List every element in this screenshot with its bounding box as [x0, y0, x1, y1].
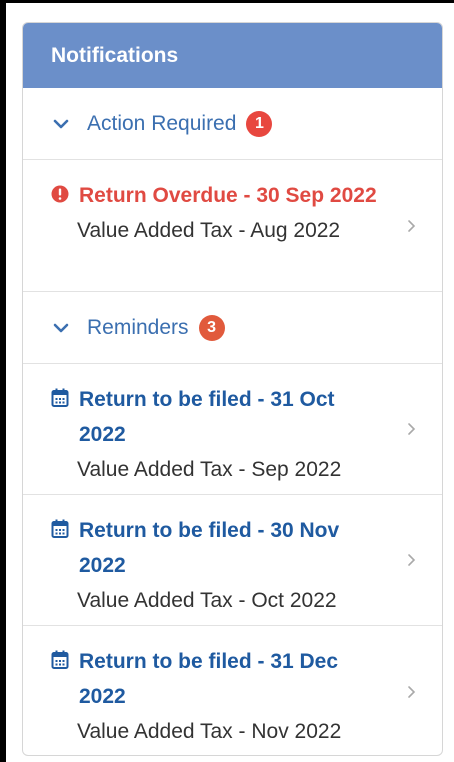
chevron-right-icon	[408, 685, 416, 698]
count-badge: 1	[246, 110, 273, 137]
notification-title: Return to be filed - 30 Nov 2022	[79, 519, 340, 577]
notification-subtitle: Value Added Tax - Sep 2022	[77, 458, 342, 481]
window-frame-left	[0, 0, 6, 762]
section-label: Reminders	[87, 315, 189, 339]
chevron-down-icon	[53, 119, 69, 128]
notification-subtitle: Value Added Tax - Nov 2022	[77, 720, 342, 743]
notification-subtitle: Value Added Tax - Oct 2022	[77, 589, 337, 612]
chevron-down-icon	[53, 323, 69, 332]
notification-subtitle: Value Added Tax - Aug 2022	[77, 219, 341, 242]
calendar-icon	[51, 388, 69, 407]
section-action-required[interactable]: Action Required 1	[23, 88, 442, 160]
chevron-right-icon	[408, 554, 416, 566]
chevron-right-icon	[408, 423, 416, 435]
notification-overdue-item[interactable]: Return Overdue - 30 Sep 2022 Value Added…	[23, 160, 442, 292]
notification-title: Return to be filed - 31 Dec 2022	[79, 650, 339, 708]
notification-title: Return to be filed - 31 Oct 2022	[79, 388, 335, 446]
notification-reminder-item[interactable]: Return to be filed - 30 Nov 2022 Value A…	[23, 495, 442, 626]
panel-header: Notifications	[23, 23, 442, 88]
notification-reminder-item[interactable]: Return to be filed - 31 Dec 2022 Value A…	[23, 626, 442, 755]
calendar-icon	[51, 650, 69, 669]
count-badge: 3	[198, 314, 225, 341]
panel-title: Notifications	[51, 43, 179, 67]
notification-reminder-item[interactable]: Return to be filed - 31 Oct 2022 Value A…	[23, 364, 442, 495]
chevron-right-icon	[408, 219, 416, 232]
notification-title: Return Overdue - 30 Sep 2022	[79, 184, 377, 207]
notifications-panel: Notifications Action Required 1 Return O…	[22, 22, 443, 756]
window-frame-top	[0, 0, 454, 3]
section-reminders[interactable]: Reminders 3	[23, 292, 442, 364]
calendar-icon	[51, 519, 69, 538]
section-label: Action Required	[87, 111, 237, 135]
alert-circle-icon	[51, 185, 69, 203]
